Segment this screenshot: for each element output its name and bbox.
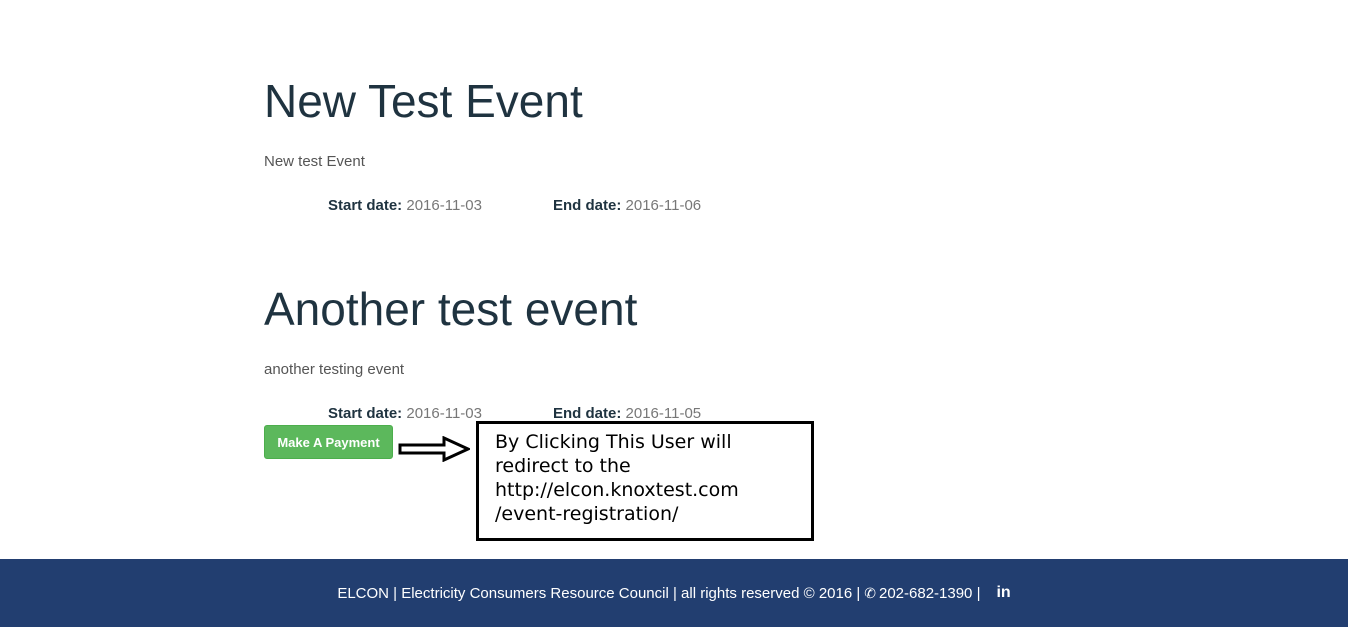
end-date-value: 2016-11-05 — [625, 405, 702, 422]
make-payment-button[interactable]: Make A Payment — [264, 425, 393, 459]
footer-phone: 202-682-1390 | — [878, 584, 981, 602]
event-description: New test Event — [264, 153, 365, 170]
start-date-label: Start date: — [328, 405, 403, 422]
footer: ELCON | Electricity Consumers Resource C… — [0, 559, 1348, 627]
end-date-label: End date: — [553, 405, 622, 422]
start-date-value: 2016-11-03 — [406, 405, 482, 422]
event-title: Another test event — [264, 283, 638, 335]
annotation-callout: By Clicking This User will redirect to t… — [476, 421, 814, 541]
footer-copyright: ELCON | Electricity Consumers Resource C… — [337, 584, 861, 602]
end-date-label: End date: — [553, 197, 622, 214]
phone-icon: ✆ — [864, 584, 876, 601]
event-end-date: End date: 2016-11-06 — [553, 197, 701, 214]
event-start-date: Start date: 2016-11-03 — [328, 405, 482, 422]
start-date-label: Start date: — [328, 197, 403, 214]
event-title: New Test Event — [264, 75, 583, 127]
event-description: another testing event — [264, 361, 405, 378]
event-start-date: Start date: 2016-11-03 — [328, 197, 482, 214]
arrow-right-icon — [398, 436, 470, 462]
linkedin-icon[interactable]: in — [996, 584, 1010, 602]
start-date-value: 2016-11-03 — [406, 197, 482, 214]
end-date-value: 2016-11-06 — [625, 197, 702, 214]
event-end-date: End date: 2016-11-05 — [553, 405, 701, 422]
